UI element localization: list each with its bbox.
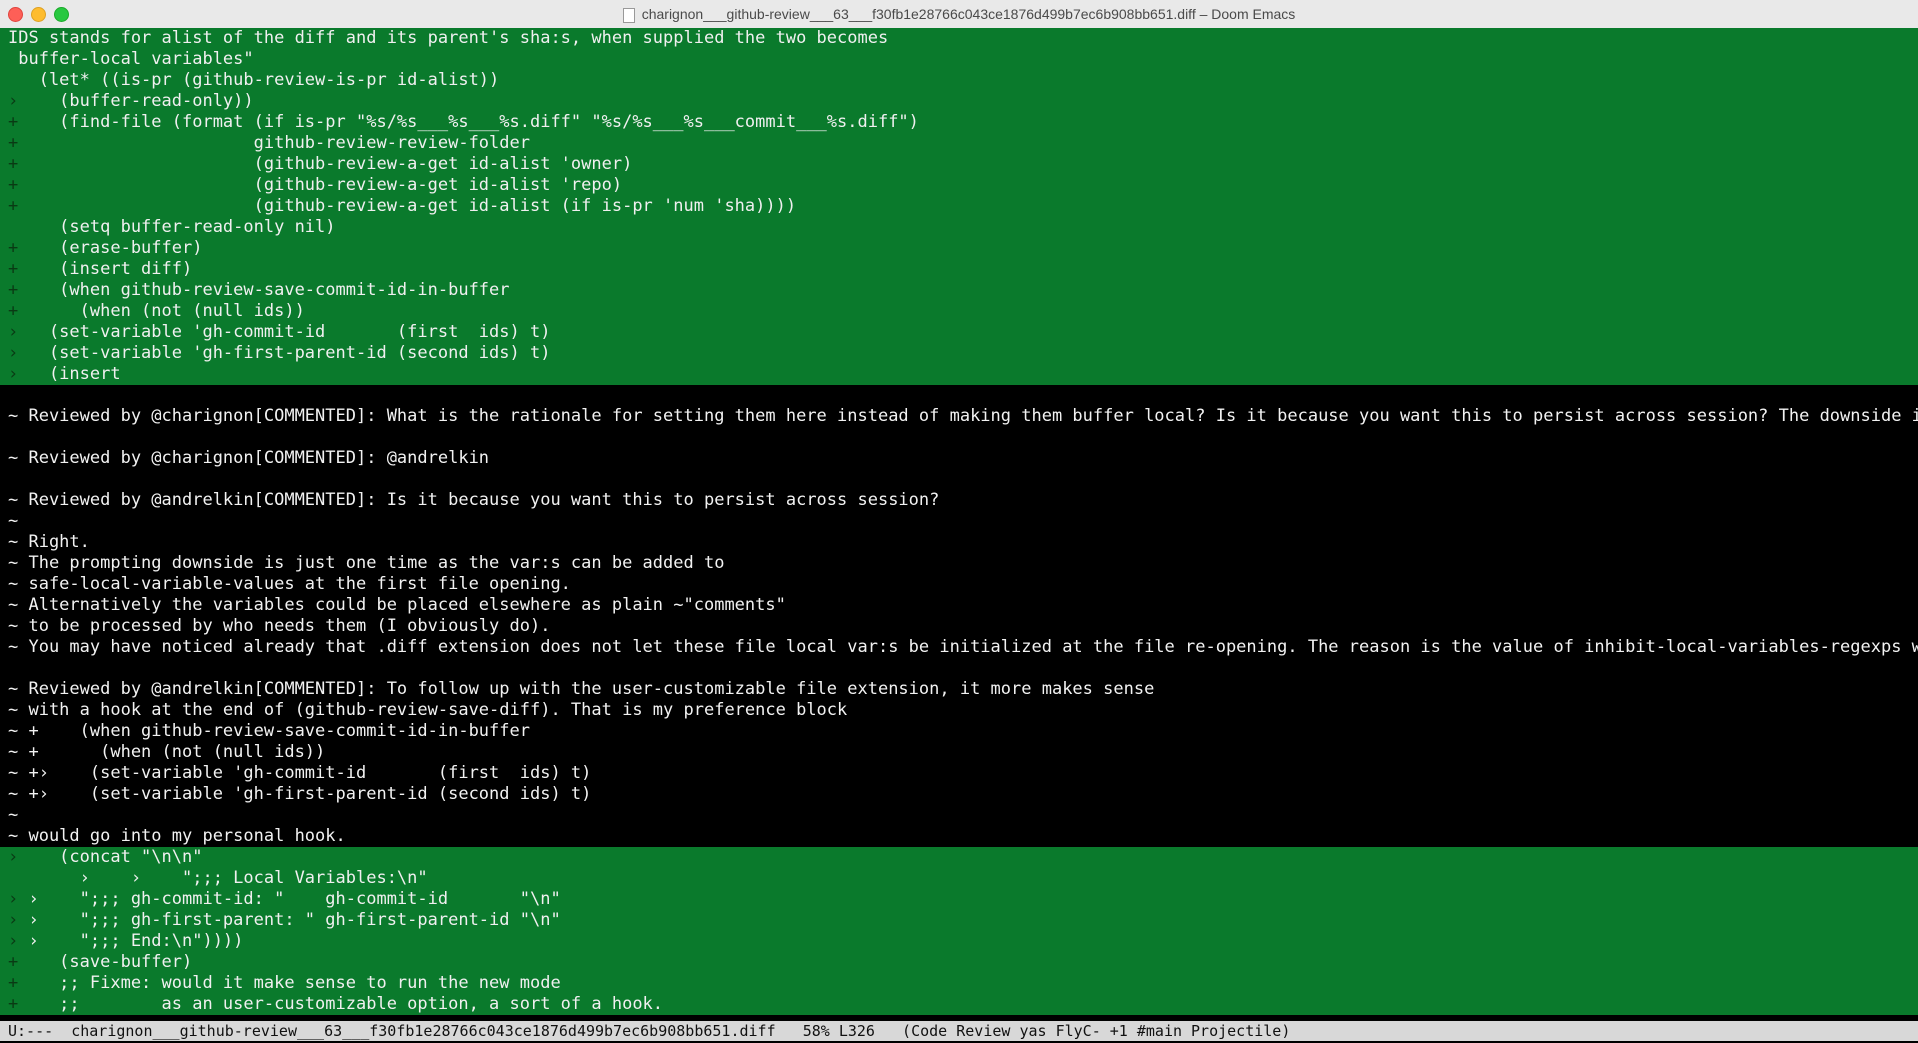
line-text: (find-file (format (if is-pr "%s/%s___%s… [8, 112, 919, 132]
editor-buffer[interactable]: IDS stands for alist of the diff and its… [0, 28, 1918, 1021]
review-comment-line[interactable]: ~ would go into my personal hook. [0, 826, 1918, 847]
title-bar: charignon___github-review___63___f30fb1e… [0, 0, 1918, 29]
line-text: (insert [8, 364, 121, 384]
line-text: (let* ((is-pr (github-review-is-pr id-al… [8, 70, 500, 90]
line-text: ~ Reviewed by @charignon[COMMENTED]: @an… [8, 448, 490, 468]
line-text: (github-review-a-get id-alist 'repo) [8, 175, 623, 195]
review-comment-line[interactable]: ~ + (when (not (null ids)) [0, 742, 1918, 763]
review-comment-line[interactable]: ~ Alternatively the variables could be p… [0, 595, 1918, 616]
diff-added-line[interactable]: buffer-local variables" [0, 49, 1918, 70]
line-text: ~ +› (set-variable 'gh-first-parent-id (… [8, 784, 592, 804]
diff-added-line[interactable]: + ;; as an user-customizable option, a s… [0, 994, 1918, 1015]
line-text: IDS stands for alist of the diff and its… [8, 28, 889, 48]
line-text: ~ Reviewed by @charignon[COMMENTED]: Wha… [8, 406, 1918, 426]
line-text: › ";;; gh-commit-id: " gh-commit-id "\n" [8, 889, 561, 909]
line-text: ~ would go into my personal hook. [8, 826, 346, 846]
line-text: ~ Right. [8, 532, 90, 552]
line-text: ~ [8, 511, 19, 531]
review-comment-line[interactable]: ~ [0, 511, 1918, 532]
line-text: (setq buffer-read-only nil) [8, 217, 336, 237]
diff-added-line[interactable]: + (when github-review-save-commit-id-in-… [0, 280, 1918, 301]
review-comment-line[interactable]: ~ +› (set-variable 'gh-first-parent-id (… [0, 784, 1918, 805]
diff-added-line[interactable]: + (github-review-a-get id-alist 'owner) [0, 154, 1918, 175]
diff-added-line[interactable]: + (when (not (null ids)) [0, 301, 1918, 322]
diff-added-line[interactable]: + github-review-review-folder [0, 133, 1918, 154]
zoom-window-button[interactable] [54, 7, 69, 22]
line-text: (when (not (null ids)) [8, 301, 305, 321]
review-comment-line[interactable]: ~ + (when github-review-save-commit-id-i… [0, 721, 1918, 742]
review-comment-line[interactable]: ~ Reviewed by @andrelkin[COMMENTED]: Is … [0, 490, 1918, 511]
diff-added-line[interactable]: (let* ((is-pr (github-review-is-pr id-al… [0, 70, 1918, 91]
review-comment-line[interactable]: ~ Right. [0, 532, 1918, 553]
diff-added-line[interactable]: › (set-variable 'gh-commit-id (first ids… [0, 322, 1918, 343]
line-text: ~ Reviewed by @andrelkin[COMMENTED]: Is … [8, 490, 940, 510]
line-text: › ";;; gh-first-parent: " gh-first-paren… [8, 910, 561, 930]
diff-added-line[interactable]: + (insert diff) [0, 259, 1918, 280]
document-icon [622, 7, 635, 23]
diff-added-line[interactable]: + (find-file (format (if is-pr "%s/%s___… [0, 112, 1918, 133]
line-text: (erase-buffer) [8, 238, 203, 258]
line-text: ;; Fixme: would it make sense to run the… [8, 973, 561, 993]
diff-added-line[interactable]: + (erase-buffer) [0, 238, 1918, 259]
diff-added-line[interactable]: › › ";;; gh-commit-id: " gh-commit-id "\… [0, 889, 1918, 910]
line-text: ;; as an user-customizable option, a sor… [8, 994, 664, 1014]
line-text: (set-variable 'gh-commit-id (first ids) … [8, 322, 551, 342]
minimize-window-button[interactable] [31, 7, 46, 22]
line-text: (github-review-a-get id-alist (if is-pr … [8, 196, 807, 216]
line-text: ~ The prompting downside is just one tim… [8, 553, 725, 573]
review-comment-line[interactable]: ~ with a hook at the end of (github-revi… [0, 700, 1918, 721]
review-comment-line[interactable] [0, 427, 1918, 448]
line-text: github-review-review-folder [8, 133, 530, 153]
review-comment-line[interactable] [0, 469, 1918, 490]
review-comment-line[interactable]: ~ You may have noticed already that .dif… [0, 637, 1918, 658]
review-comment-line[interactable]: ~ +› (set-variable 'gh-commit-id (first … [0, 763, 1918, 784]
diff-added-line[interactable]: + (github-review-a-get id-alist (if is-p… [0, 196, 1918, 217]
diff-added-line[interactable]: › (set-variable 'gh-first-parent-id (sec… [0, 343, 1918, 364]
review-comment-line[interactable] [0, 385, 1918, 406]
diff-added-line[interactable]: › › ";;; End:\n")))) [0, 931, 1918, 952]
diff-added-line[interactable]: + (github-review-a-get id-alist 'repo) [0, 175, 1918, 196]
line-text: ~ Reviewed by @andrelkin[COMMENTED]: To … [8, 679, 1155, 699]
line-text: ~ You may have noticed already that .dif… [8, 637, 1918, 657]
diff-added-line[interactable]: › › ";;; gh-first-parent: " gh-first-par… [0, 910, 1918, 931]
line-text: (buffer-read-only)) [8, 91, 254, 111]
review-comment-line[interactable]: ~ Reviewed by @charignon[COMMENTED]: Wha… [0, 406, 1918, 427]
window-controls [8, 7, 69, 22]
review-comment-line[interactable]: ~ Reviewed by @charignon[COMMENTED]: @an… [0, 448, 1918, 469]
diff-added-line[interactable]: + (save-buffer) [0, 952, 1918, 973]
line-text: (insert diff) [8, 259, 193, 279]
review-comment-line[interactable]: ~ Reviewed by @andrelkin[COMMENTED]: To … [0, 679, 1918, 700]
close-window-button[interactable] [8, 7, 23, 22]
line-text: ~ safe-local-variable-values at the firs… [8, 574, 571, 594]
line-text: (github-review-a-get id-alist 'owner) [8, 154, 633, 174]
line-text: ~ with a hook at the end of (github-revi… [8, 700, 848, 720]
diff-added-line[interactable]: › › ";;; Local Variables:\n" [0, 868, 1918, 889]
line-text: (set-variable 'gh-first-parent-id (secon… [8, 343, 551, 363]
line-text: ~ + (when (not (null ids)) [8, 742, 326, 762]
diff-added-line[interactable]: + ;; Fixme: would it make sense to run t… [0, 973, 1918, 994]
review-comment-line[interactable] [0, 658, 1918, 679]
mode-line: U:--- charignon___github-review___63___f… [0, 1021, 1918, 1041]
line-text: (when github-review-save-commit-id-in-bu… [8, 280, 510, 300]
line-text: › › ";;; Local Variables:\n" [8, 868, 428, 888]
review-comment-line[interactable]: ~ to be processed by who needs them (I o… [0, 616, 1918, 637]
window-title: charignon___github-review___63___f30fb1e… [641, 6, 1296, 22]
diff-added-line[interactable]: › (insert [0, 364, 1918, 385]
line-text: ~ to be processed by who needs them (I o… [8, 616, 551, 636]
line-text: (save-buffer) [8, 952, 193, 972]
line-text: › ";;; End:\n")))) [8, 931, 244, 951]
review-comment-line[interactable]: ~ safe-local-variable-values at the firs… [0, 574, 1918, 595]
diff-added-line[interactable]: › (buffer-read-only)) [0, 91, 1918, 112]
line-text: ~ +› (set-variable 'gh-commit-id (first … [8, 763, 592, 783]
review-comment-line[interactable]: ~ The prompting downside is just one tim… [0, 553, 1918, 574]
line-text: ~ [8, 805, 19, 825]
line-text: ~ Alternatively the variables could be p… [8, 595, 786, 615]
diff-added-line[interactable]: › (concat "\n\n" [0, 847, 1918, 868]
line-text: buffer-local variables" [8, 49, 254, 69]
review-comment-line[interactable]: ~ [0, 805, 1918, 826]
diff-added-line[interactable]: IDS stands for alist of the diff and its… [0, 28, 1918, 49]
line-text: (concat "\n\n" [8, 847, 203, 867]
diff-added-line[interactable]: (setq buffer-read-only nil) [0, 217, 1918, 238]
line-text: ~ + (when github-review-save-commit-id-i… [8, 721, 530, 741]
